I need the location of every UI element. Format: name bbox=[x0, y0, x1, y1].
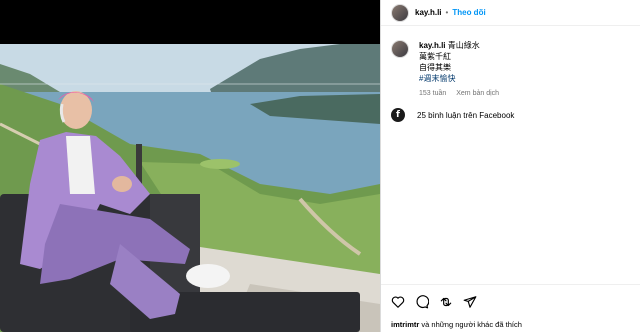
post-caption: kay.h.li 青山綠水 萬紫千紅 自得其樂 #週末愉快 153 tuần X… bbox=[391, 40, 631, 99]
comment-icon[interactable] bbox=[415, 295, 429, 309]
facebook-comments-text[interactable]: 25 bình luận trên Facebook bbox=[417, 111, 514, 120]
avatar[interactable] bbox=[391, 3, 409, 22]
caption-first-line: kay.h.li 青山綠水 bbox=[419, 40, 499, 51]
heart-icon[interactable] bbox=[391, 295, 405, 309]
follow-button[interactable]: Theo dõi bbox=[452, 8, 485, 17]
hashtag-link[interactable]: #週末愉快 bbox=[419, 73, 499, 84]
post-details-panel: kay.h.li • Theo dõi kay.h.li 青山綠水 萬紫千紅 自… bbox=[380, 0, 640, 332]
post-media[interactable] bbox=[0, 0, 380, 332]
facebook-icon: f bbox=[391, 108, 405, 122]
scenery-image bbox=[0, 44, 380, 332]
action-icons bbox=[391, 295, 477, 309]
likes-summary: imtrimtr và những người khác đã thích bbox=[391, 320, 522, 329]
post-actions: imtrimtr và những người khác đã thích bbox=[381, 284, 640, 332]
separator-dot: • bbox=[445, 8, 449, 17]
send-icon[interactable] bbox=[463, 295, 477, 309]
caption-meta: 153 tuần Xem bản dịch bbox=[419, 88, 499, 99]
translate-button[interactable]: Xem bản dịch bbox=[456, 88, 499, 99]
liked-by-suffix[interactable]: và những người khác đã thích bbox=[419, 320, 521, 329]
share-icon[interactable] bbox=[439, 295, 453, 309]
post-photo bbox=[0, 44, 380, 332]
facebook-comments-row[interactable]: f 25 bình luận trên Facebook bbox=[391, 108, 514, 122]
caption-username[interactable]: kay.h.li bbox=[419, 41, 446, 50]
liked-by-user[interactable]: imtrimtr bbox=[391, 320, 419, 329]
caption-body: kay.h.li 青山綠水 萬紫千紅 自得其樂 #週末愉快 153 tuần X… bbox=[419, 40, 499, 99]
post-time[interactable]: 153 tuần bbox=[419, 88, 446, 99]
post-header: kay.h.li • Theo dõi bbox=[381, 0, 640, 26]
caption-avatar[interactable] bbox=[391, 40, 409, 58]
caption-line-3: 自得其樂 bbox=[419, 63, 451, 72]
header-username[interactable]: kay.h.li bbox=[415, 8, 442, 17]
caption-line-1: 青山綠水 bbox=[447, 41, 480, 50]
caption-line-2: 萬紫千紅 bbox=[419, 52, 451, 61]
